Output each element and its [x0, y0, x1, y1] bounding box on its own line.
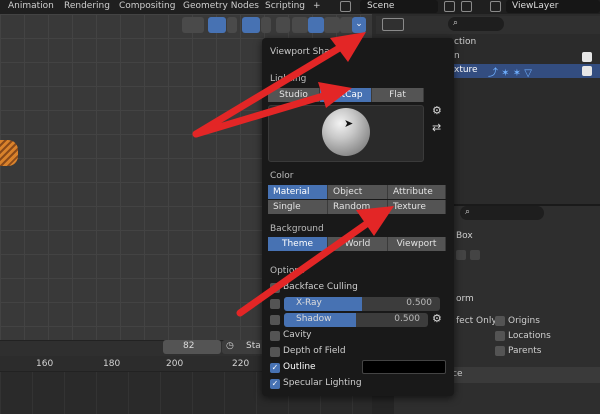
- background-world-button[interactable]: World: [328, 237, 388, 251]
- pin-icon[interactable]: [444, 1, 455, 12]
- affect-only-label: fect Only: [456, 316, 497, 326]
- specular-lighting-checkbox[interactable]: ✓: [270, 379, 280, 389]
- popover-title: Viewport Sha: [270, 47, 330, 57]
- gear-icon[interactable]: ⚙: [432, 104, 442, 117]
- property-icon-b[interactable]: [470, 250, 480, 260]
- tab-scripting[interactable]: Scripting: [265, 1, 305, 11]
- color-label: Color: [270, 171, 294, 181]
- frame-tick: 220: [232, 359, 250, 369]
- transform-label: orm: [456, 294, 474, 304]
- cavity-label: Cavity: [283, 330, 312, 340]
- view-layer-icon: [490, 1, 501, 12]
- tab-rendering[interactable]: Rendering: [64, 1, 110, 11]
- outline-color-swatch[interactable]: [362, 360, 446, 374]
- lighting-matcap-button[interactable]: MatCap: [320, 88, 372, 102]
- outliner-row-label: xture: [454, 65, 478, 75]
- visibility-icon[interactable]: [182, 17, 204, 33]
- outliner-row-label: n: [454, 51, 460, 61]
- tab-compositing[interactable]: Compositing: [119, 1, 175, 11]
- background-theme-button[interactable]: Theme: [268, 237, 328, 251]
- shadow-slider[interactable]: Shadow 0.500: [284, 313, 428, 327]
- current-frame-value: 82: [183, 341, 195, 351]
- outliner-row-label: ction: [454, 37, 477, 47]
- orange-object[interactable]: [0, 140, 18, 166]
- color-attribute-button[interactable]: Attribute: [388, 185, 446, 199]
- property-icon-a[interactable]: [456, 250, 466, 260]
- origins-checkbox[interactable]: [495, 316, 505, 326]
- xray-checkbox[interactable]: [270, 299, 280, 309]
- properties-search-input[interactable]: [460, 206, 544, 220]
- specular-lighting-label: Specular Lighting: [283, 378, 362, 388]
- stopwatch-icon: ◷: [226, 341, 234, 351]
- locations-label: Locations: [508, 331, 551, 341]
- origins-label: Origins: [508, 316, 540, 326]
- new-scene-icon[interactable]: [461, 1, 472, 12]
- tab-geometry-nodes[interactable]: Geometry Nodes: [183, 1, 259, 11]
- xray-slider[interactable]: X-Ray 0.500: [284, 297, 440, 311]
- depth-of-field-checkbox[interactable]: [270, 347, 280, 357]
- xray-slider-label: X-Ray: [296, 298, 322, 308]
- parents-checkbox[interactable]: [495, 346, 505, 356]
- overlay-dropdown-icon[interactable]: [261, 17, 271, 33]
- shadow-checkbox[interactable]: [270, 315, 280, 325]
- start-frame-label: Sta: [246, 341, 261, 351]
- outline-label: Outline: [283, 362, 316, 372]
- tab-animation[interactable]: Animation: [8, 1, 54, 11]
- background-label: Background: [270, 224, 324, 234]
- locations-checkbox[interactable]: [495, 331, 505, 341]
- lighting-studio-button[interactable]: Studio: [268, 88, 320, 102]
- color-random-button[interactable]: Random: [328, 200, 388, 214]
- scene-icon: [340, 1, 351, 12]
- xray-toggle-icon[interactable]: [276, 17, 290, 33]
- gizmo-dropdown-icon[interactable]: [227, 17, 237, 33]
- parents-label: Parents: [508, 346, 542, 356]
- shadow-slider-label: Shadow: [296, 314, 332, 324]
- workspace-tab-bar: Animation Rendering Compositing Geometry…: [0, 0, 600, 14]
- background-viewport-button[interactable]: Viewport: [388, 237, 446, 251]
- matcap-sphere[interactable]: [322, 108, 370, 156]
- shading-dropdown-button[interactable]: ⌄: [352, 17, 366, 33]
- search-icon: ⌕: [465, 207, 471, 217]
- lighting-flat-button[interactable]: Flat: [372, 88, 424, 102]
- visibility-checkbox[interactable]: [582, 66, 592, 76]
- backface-culling-checkbox[interactable]: [270, 283, 280, 293]
- frame-tick: 180: [103, 359, 121, 369]
- shadow-slider-value: 0.500: [394, 314, 420, 324]
- lighting-label: Lighting: [270, 74, 307, 84]
- material-shading-icon[interactable]: [324, 17, 340, 33]
- display-mode-icon[interactable]: [382, 18, 404, 31]
- view-layer-name: ViewLayer: [512, 1, 559, 11]
- modifier-icon: ⤴ ✶ ✶ ▽: [488, 68, 532, 79]
- color-object-button[interactable]: Object: [328, 185, 388, 199]
- exclude-checkbox[interactable]: [582, 52, 592, 62]
- scene-name: Scene: [367, 1, 395, 11]
- mouse-cursor-icon: ➤: [344, 117, 354, 130]
- outline-checkbox[interactable]: ✓: [270, 363, 280, 373]
- gear-icon[interactable]: ⚙: [432, 312, 442, 325]
- color-material-button[interactable]: Material: [268, 185, 328, 199]
- overlay-toggle-icon[interactable]: [242, 17, 260, 33]
- search-icon: ⌕: [453, 18, 459, 28]
- flip-icon[interactable]: ⇄: [432, 121, 441, 134]
- wireframe-shading-icon[interactable]: [292, 17, 308, 33]
- options-label: Options: [270, 266, 305, 276]
- cavity-checkbox[interactable]: [270, 331, 280, 341]
- gizmo-toggle-icon[interactable]: [208, 17, 226, 33]
- add-workspace-button[interactable]: +: [313, 1, 321, 11]
- backface-culling-label: Backface Culling: [283, 282, 358, 292]
- xray-slider-value: 0.500: [406, 298, 432, 308]
- color-texture-button[interactable]: Texture: [388, 200, 446, 214]
- depth-of-field-label: Depth of Field: [283, 346, 346, 356]
- solid-shading-icon[interactable]: [308, 17, 324, 33]
- properties-section-header[interactable]: ce: [440, 367, 600, 383]
- color-single-button[interactable]: Single: [268, 200, 328, 214]
- frame-tick: 200: [166, 359, 184, 369]
- frame-tick: 160: [36, 359, 54, 369]
- bounds-box-label: Box: [456, 231, 473, 241]
